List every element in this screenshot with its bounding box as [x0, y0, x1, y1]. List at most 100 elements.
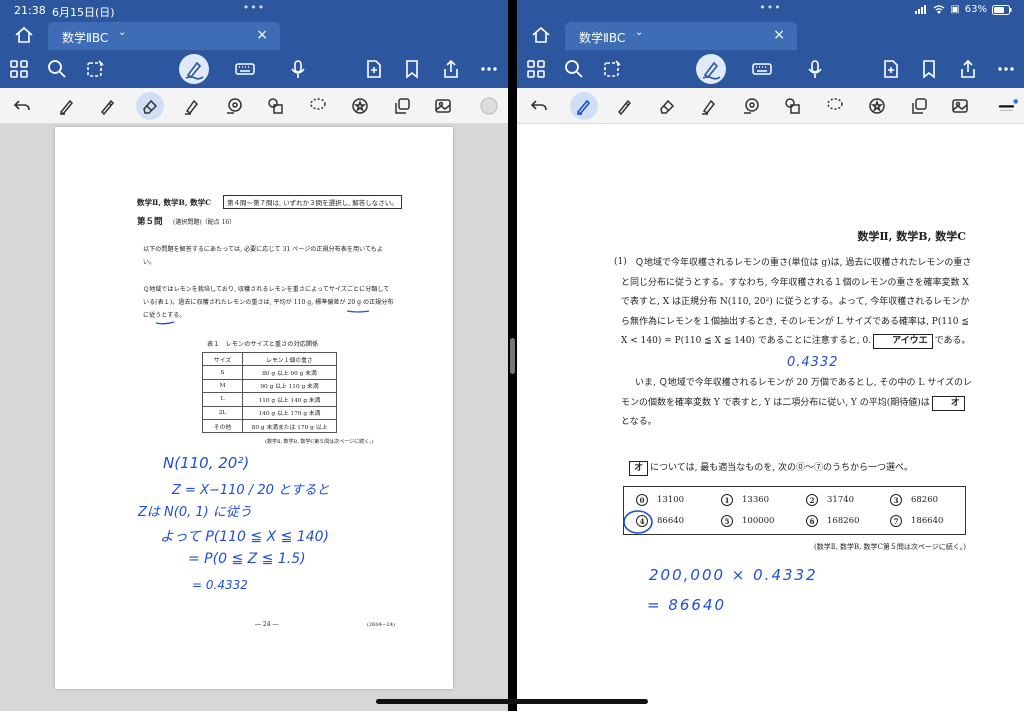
undo-icon[interactable]	[11, 95, 33, 117]
choice-item[interactable]: 4 86640	[636, 515, 684, 527]
home-indicator[interactable]	[376, 699, 648, 704]
main-toolbar-right	[517, 50, 1024, 88]
answer-box-aiue[interactable]: アイウエ	[873, 334, 933, 350]
undo-icon[interactable]	[528, 95, 550, 117]
choice-item[interactable]: 1 13360	[721, 494, 769, 506]
grid-view-icon[interactable]	[523, 56, 549, 82]
choice-mark: 4	[636, 515, 648, 527]
table-cell: S	[202, 365, 243, 380]
answer-box-o-ref: オ	[629, 461, 649, 476]
copy-icon[interactable]	[908, 95, 930, 117]
size-weight-table: サイズ レモン１個の重さ S 80 g 以上 90 g 未満 M 90 g 以上 1…	[202, 351, 337, 434]
page-number: ― 24 ―	[255, 621, 279, 628]
document-page-left: 数学Ⅱ, 数学B, 数学C 第４問～第７問は, いずれか３問を選択し, 解答しな…	[55, 127, 453, 689]
eraser-tool-icon[interactable]	[656, 95, 678, 117]
keyboard-icon[interactable]	[749, 56, 775, 82]
choice-mark: 1	[721, 494, 733, 506]
add-page-icon[interactable]	[361, 56, 387, 82]
battery-icon	[992, 4, 1012, 15]
add-page-icon[interactable]	[878, 56, 904, 82]
choices-box: 0 13100 1 13360 2 31740 3 68260 4 86640 5 1000…	[623, 486, 966, 535]
search-icon[interactable]	[561, 56, 587, 82]
paragraph-text: Ｑ地域で今年収穫されるレモンの重さ(単位は g)は, 過去に収穫されたレモンの重…	[621, 258, 972, 347]
microphone-icon[interactable]	[802, 56, 828, 82]
pen-tool-icon[interactable]	[56, 95, 78, 117]
choice-item[interactable]: 6 168260	[806, 515, 859, 527]
table-cell: L	[202, 392, 243, 407]
body-paragraph: Ｑ地域ではレモンを栽培しており, 収穫されるレモンを重さによってサイズごとに分類…	[143, 286, 394, 319]
lasso-select-icon[interactable]	[82, 56, 108, 82]
choice-mark: 7	[890, 515, 902, 527]
pencil-tool-icon[interactable]	[97, 95, 119, 117]
chevron-down-icon[interactable]: ⌄	[635, 27, 643, 38]
lasso-icon[interactable]	[307, 95, 329, 117]
lasso-select-icon[interactable]	[599, 56, 625, 82]
choice-item[interactable]: 7 186640	[890, 515, 943, 527]
highlighter-tool-icon[interactable]	[181, 95, 203, 117]
choice-value: 68260	[911, 495, 939, 505]
close-tab-icon[interactable]: ×	[256, 27, 268, 43]
split-view-handle[interactable]	[510, 338, 515, 374]
shape-tool-icon[interactable]	[223, 95, 245, 117]
document-tab[interactable]: 数学ⅡBC ⌄ ×	[48, 22, 280, 50]
home-icon[interactable]	[531, 26, 551, 44]
status-date: 6月15日(日)	[52, 6, 115, 19]
multitasking-dots-icon[interactable]: •••	[243, 1, 265, 14]
choice-value: 186640	[911, 516, 944, 526]
sticker-icon[interactable]	[866, 95, 888, 117]
document-page-right: 数学Ⅱ, 数学B, 数学C (1) Ｑ地域で今年収穫されるレモンの重さ(単位は …	[517, 124, 1024, 711]
table-header-row: サイズ レモン１個の重さ	[202, 351, 337, 367]
split-view-divider[interactable]	[508, 0, 517, 711]
more-options-icon[interactable]	[993, 56, 1019, 82]
status-bar: 21:38 6月15日(日) •••	[0, 0, 508, 20]
table-cell: 80 g 未満または 170 g 以上	[242, 418, 337, 434]
pen-mode-icon[interactable]	[696, 54, 726, 84]
choice-item[interactable]: 2 31740	[806, 494, 854, 506]
keyboard-icon[interactable]	[232, 56, 258, 82]
grid-view-icon[interactable]	[6, 56, 32, 82]
image-icon[interactable]	[949, 95, 971, 117]
table-row: 2L 140 g 以上 170 g 未満	[202, 405, 337, 420]
eraser-tool-icon[interactable]	[136, 92, 164, 120]
question-paragraph-1: Ｑ地域で今年収穫されるレモンの重さ(単位は g)は, 過去に収穫されたレモンの重…	[621, 254, 973, 352]
share-icon[interactable]	[438, 56, 464, 82]
choice-item[interactable]: 3 68260	[890, 494, 938, 506]
multitasking-dots-icon[interactable]: •••	[759, 1, 781, 14]
shape-tool-icon[interactable]	[740, 95, 762, 117]
choice-item[interactable]: 0 13100	[636, 494, 684, 506]
chevron-down-icon[interactable]: ⌄	[118, 27, 126, 38]
share-icon[interactable]	[955, 56, 981, 82]
table-cell: 80 g 以上 90 g 未満	[242, 365, 337, 380]
sticker-icon[interactable]	[349, 95, 371, 117]
color-picker-icon[interactable]	[478, 95, 500, 117]
choice-mark: 3	[890, 494, 902, 506]
page-header: 数学Ⅱ, 数学B, 数学C	[137, 198, 212, 207]
shapes-icon[interactable]	[265, 95, 287, 117]
highlighter-tool-icon[interactable]	[698, 95, 720, 117]
choice-instruction-text: については, 最も適当なものを, 次の⓪～⑦のうちから一つ選べ。	[650, 463, 914, 473]
document-tab[interactable]: 数学ⅡBC ⌄ ×	[565, 22, 797, 50]
bookmark-icon[interactable]	[916, 56, 942, 82]
more-options-icon[interactable]	[476, 56, 502, 82]
pencil-tool-icon[interactable]	[614, 95, 636, 117]
pen-mode-icon[interactable]	[179, 54, 209, 84]
choice-item[interactable]: 5 100000	[721, 515, 774, 527]
answer-box-o[interactable]: オ	[931, 395, 965, 411]
image-icon[interactable]	[432, 95, 454, 117]
copy-icon[interactable]	[391, 95, 413, 117]
home-icon[interactable]	[14, 26, 34, 44]
table-cell: 2L	[202, 405, 243, 420]
stroke-width-icon[interactable]	[995, 95, 1021, 117]
paragraph-text: である。	[934, 336, 971, 347]
lasso-icon[interactable]	[824, 95, 846, 117]
bookmark-icon[interactable]	[399, 56, 425, 82]
shapes-icon[interactable]	[782, 95, 804, 117]
search-icon[interactable]	[44, 56, 70, 82]
pen-tools-bar	[0, 88, 508, 124]
table-header-cell: レモン１個の重さ	[242, 351, 337, 367]
microphone-icon[interactable]	[285, 56, 311, 82]
pen-tool-icon[interactable]	[570, 92, 598, 120]
close-tab-icon[interactable]: ×	[773, 27, 785, 43]
question-paragraph-2: いま, Ｑ地域で今年収穫されるレモンが 20 万個であるとし, その中の L サ…	[621, 374, 973, 433]
tab-bar: 数学ⅡBC ⌄ ×	[0, 20, 508, 50]
